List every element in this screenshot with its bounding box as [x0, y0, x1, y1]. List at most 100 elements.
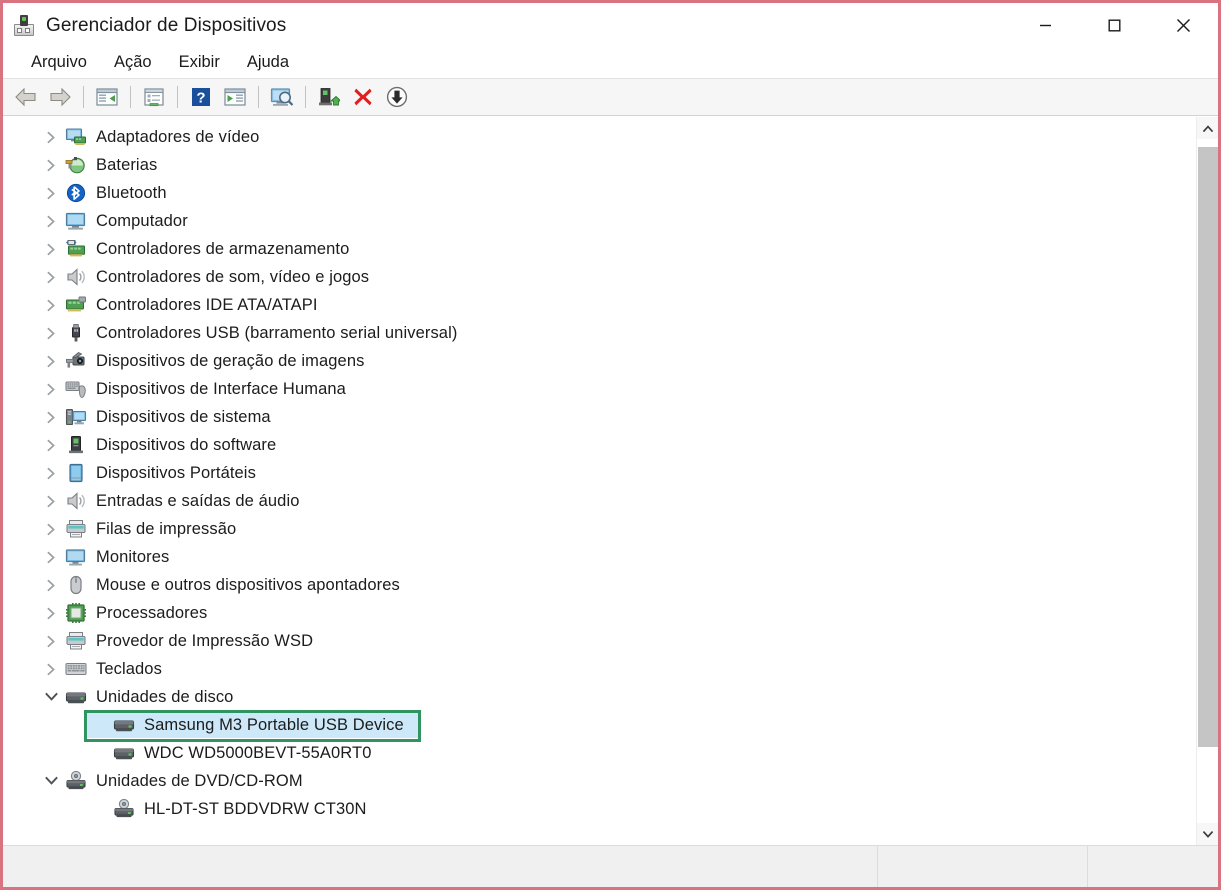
status-pane-b-text	[1088, 846, 1218, 854]
audio-endpoint-icon	[67, 492, 85, 510]
expand-toggle[interactable]	[41, 295, 61, 315]
tree-row[interactable]: Mouse e outros dispositivos apontadores	[3, 571, 1196, 599]
scroll-up-button[interactable]	[1197, 117, 1218, 139]
disk-drive-icon	[113, 714, 135, 736]
tree-row-label: Processadores	[96, 603, 208, 622]
tree-row[interactable]: Controladores de som, vídeo e jogos	[3, 263, 1196, 291]
expand-toggle[interactable]	[41, 183, 61, 203]
scroll-down-button[interactable]	[1197, 823, 1218, 845]
tree-row[interactable]: Dispositivos de Interface Humana	[3, 375, 1196, 403]
tree-area: Adaptadores de vídeo Baterias Bluetooth Com…	[3, 116, 1218, 845]
tree-row[interactable]: Provedor de Impressão WSD	[3, 627, 1196, 655]
expand-toggle[interactable]	[41, 379, 61, 399]
tree-row[interactable]: Dispositivos do software	[3, 431, 1196, 459]
tree-row[interactable]: HL-DT-ST BDDVDRW CT30N	[3, 795, 1196, 823]
properties-button[interactable]	[137, 81, 171, 113]
tree-row[interactable]: Entradas e saídas de áudio	[3, 487, 1196, 515]
help-button[interactable]: ?	[184, 81, 218, 113]
tree-row-selected[interactable]: Samsung M3 Portable USB Device	[3, 711, 1196, 739]
expand-toggle[interactable]	[41, 435, 61, 455]
expand-toggle[interactable]	[41, 575, 61, 595]
scan-for-hardware-changes-button[interactable]	[265, 81, 299, 113]
chevron-down-icon	[1202, 830, 1213, 838]
expand-toggle[interactable]	[41, 267, 61, 287]
expand-toggle[interactable]	[41, 659, 61, 679]
tree-row-label: Controladores USB (barramento serial uni…	[96, 323, 458, 342]
tree-row[interactable]: Dispositivos de sistema	[3, 403, 1196, 431]
expand-toggle[interactable]	[41, 323, 61, 343]
tree-row[interactable]: Dispositivos Portáteis	[3, 459, 1196, 487]
expand-toggle[interactable]	[41, 603, 61, 623]
expand-toggle[interactable]	[41, 239, 61, 259]
show-hide-action-pane-button[interactable]	[218, 81, 252, 113]
scrollbar-track[interactable]	[1197, 139, 1218, 823]
tree-row-label: Dispositivos de sistema	[96, 407, 271, 426]
close-button[interactable]	[1149, 3, 1218, 48]
tree-row[interactable]: Processadores	[3, 599, 1196, 627]
tree-row-label: Unidades de DVD/CD-ROM	[96, 771, 303, 790]
scrollbar-thumb[interactable]	[1198, 147, 1218, 747]
tree-row[interactable]: Monitores	[3, 543, 1196, 571]
minimize-button[interactable]	[1011, 3, 1080, 48]
chevron-right-icon	[47, 271, 55, 283]
tree-row[interactable]: Adaptadores de vídeo	[3, 123, 1196, 151]
forward-button[interactable]	[43, 81, 77, 113]
install-legacy-hardware-button[interactable]	[380, 81, 414, 113]
maximize-button[interactable]	[1080, 3, 1149, 48]
menu-ajuda[interactable]: Ajuda	[235, 51, 301, 75]
tree-row[interactable]: Computador	[3, 207, 1196, 235]
processor-icon	[65, 602, 87, 624]
vertical-scrollbar[interactable]	[1196, 117, 1218, 845]
tree-row[interactable]: WDC WD5000BEVT-55A0RT0	[3, 739, 1196, 767]
tree-row[interactable]: Teclados	[3, 655, 1196, 683]
expand-toggle[interactable]	[41, 519, 61, 539]
expand-toggle[interactable]	[41, 127, 61, 147]
expand-toggle[interactable]	[41, 547, 61, 567]
chevron-right-icon	[47, 523, 55, 535]
tree-row[interactable]: Dispositivos de geração de imagens	[3, 347, 1196, 375]
collapse-toggle[interactable]	[41, 771, 61, 791]
disk-drive-icon	[113, 748, 135, 760]
tree-row[interactable]: Baterias	[3, 151, 1196, 179]
tree-row-label: Controladores IDE ATA/ATAPI	[96, 295, 318, 314]
chevron-right-icon	[47, 159, 55, 171]
show-hide-console-tree-button[interactable]	[90, 81, 124, 113]
disable-device-button[interactable]	[346, 81, 380, 113]
expand-toggle[interactable]	[41, 351, 61, 371]
show-hide-action-pane-icon	[224, 88, 246, 106]
tree-row-label: Mouse e outros dispositivos apontadores	[96, 575, 400, 594]
system-device-icon	[65, 406, 87, 428]
tree-row[interactable]: Controladores de armazenamento	[3, 235, 1196, 263]
bluetooth-icon	[66, 183, 86, 203]
tree-row[interactable]: Controladores IDE ATA/ATAPI	[3, 291, 1196, 319]
wsd-print-provider-icon	[65, 630, 87, 652]
collapse-toggle[interactable]	[41, 687, 61, 707]
usb-controller-icon	[65, 322, 87, 344]
expand-toggle[interactable]	[41, 491, 61, 511]
expand-toggle[interactable]	[41, 631, 61, 651]
back-button[interactable]	[9, 81, 43, 113]
window-controls	[1011, 3, 1218, 48]
update-driver-button[interactable]	[312, 81, 346, 113]
menu-arquivo[interactable]: Arquivo	[19, 51, 99, 75]
chevron-right-icon	[47, 215, 55, 227]
tree-row[interactable]: Unidades de disco	[3, 683, 1196, 711]
device-tree[interactable]: Adaptadores de vídeo Baterias Bluetooth Com…	[3, 117, 1196, 845]
chevron-up-icon	[1202, 124, 1213, 132]
tree-row[interactable]: Bluetooth	[3, 179, 1196, 207]
window-title: Gerenciador de Dispositivos	[46, 14, 287, 36]
expand-toggle[interactable]	[41, 155, 61, 175]
menu-exibir[interactable]: Exibir	[167, 51, 232, 75]
storage-controller-icon	[65, 238, 87, 260]
menu-acao[interactable]: Ação	[102, 51, 164, 75]
expand-toggle[interactable]	[41, 407, 61, 427]
expand-toggle[interactable]	[41, 463, 61, 483]
tree-row[interactable]: Controladores USB (barramento serial uni…	[3, 319, 1196, 347]
wsd-print-provider-icon	[66, 632, 86, 650]
expand-toggle[interactable]	[41, 211, 61, 231]
tree-row[interactable]: Unidades de DVD/CD-ROM	[3, 767, 1196, 795]
tree-row-label: Dispositivos Portáteis	[96, 463, 256, 482]
toolbar-separator	[177, 86, 178, 108]
keyboard-icon	[65, 658, 87, 680]
tree-row[interactable]: Filas de impressão	[3, 515, 1196, 543]
